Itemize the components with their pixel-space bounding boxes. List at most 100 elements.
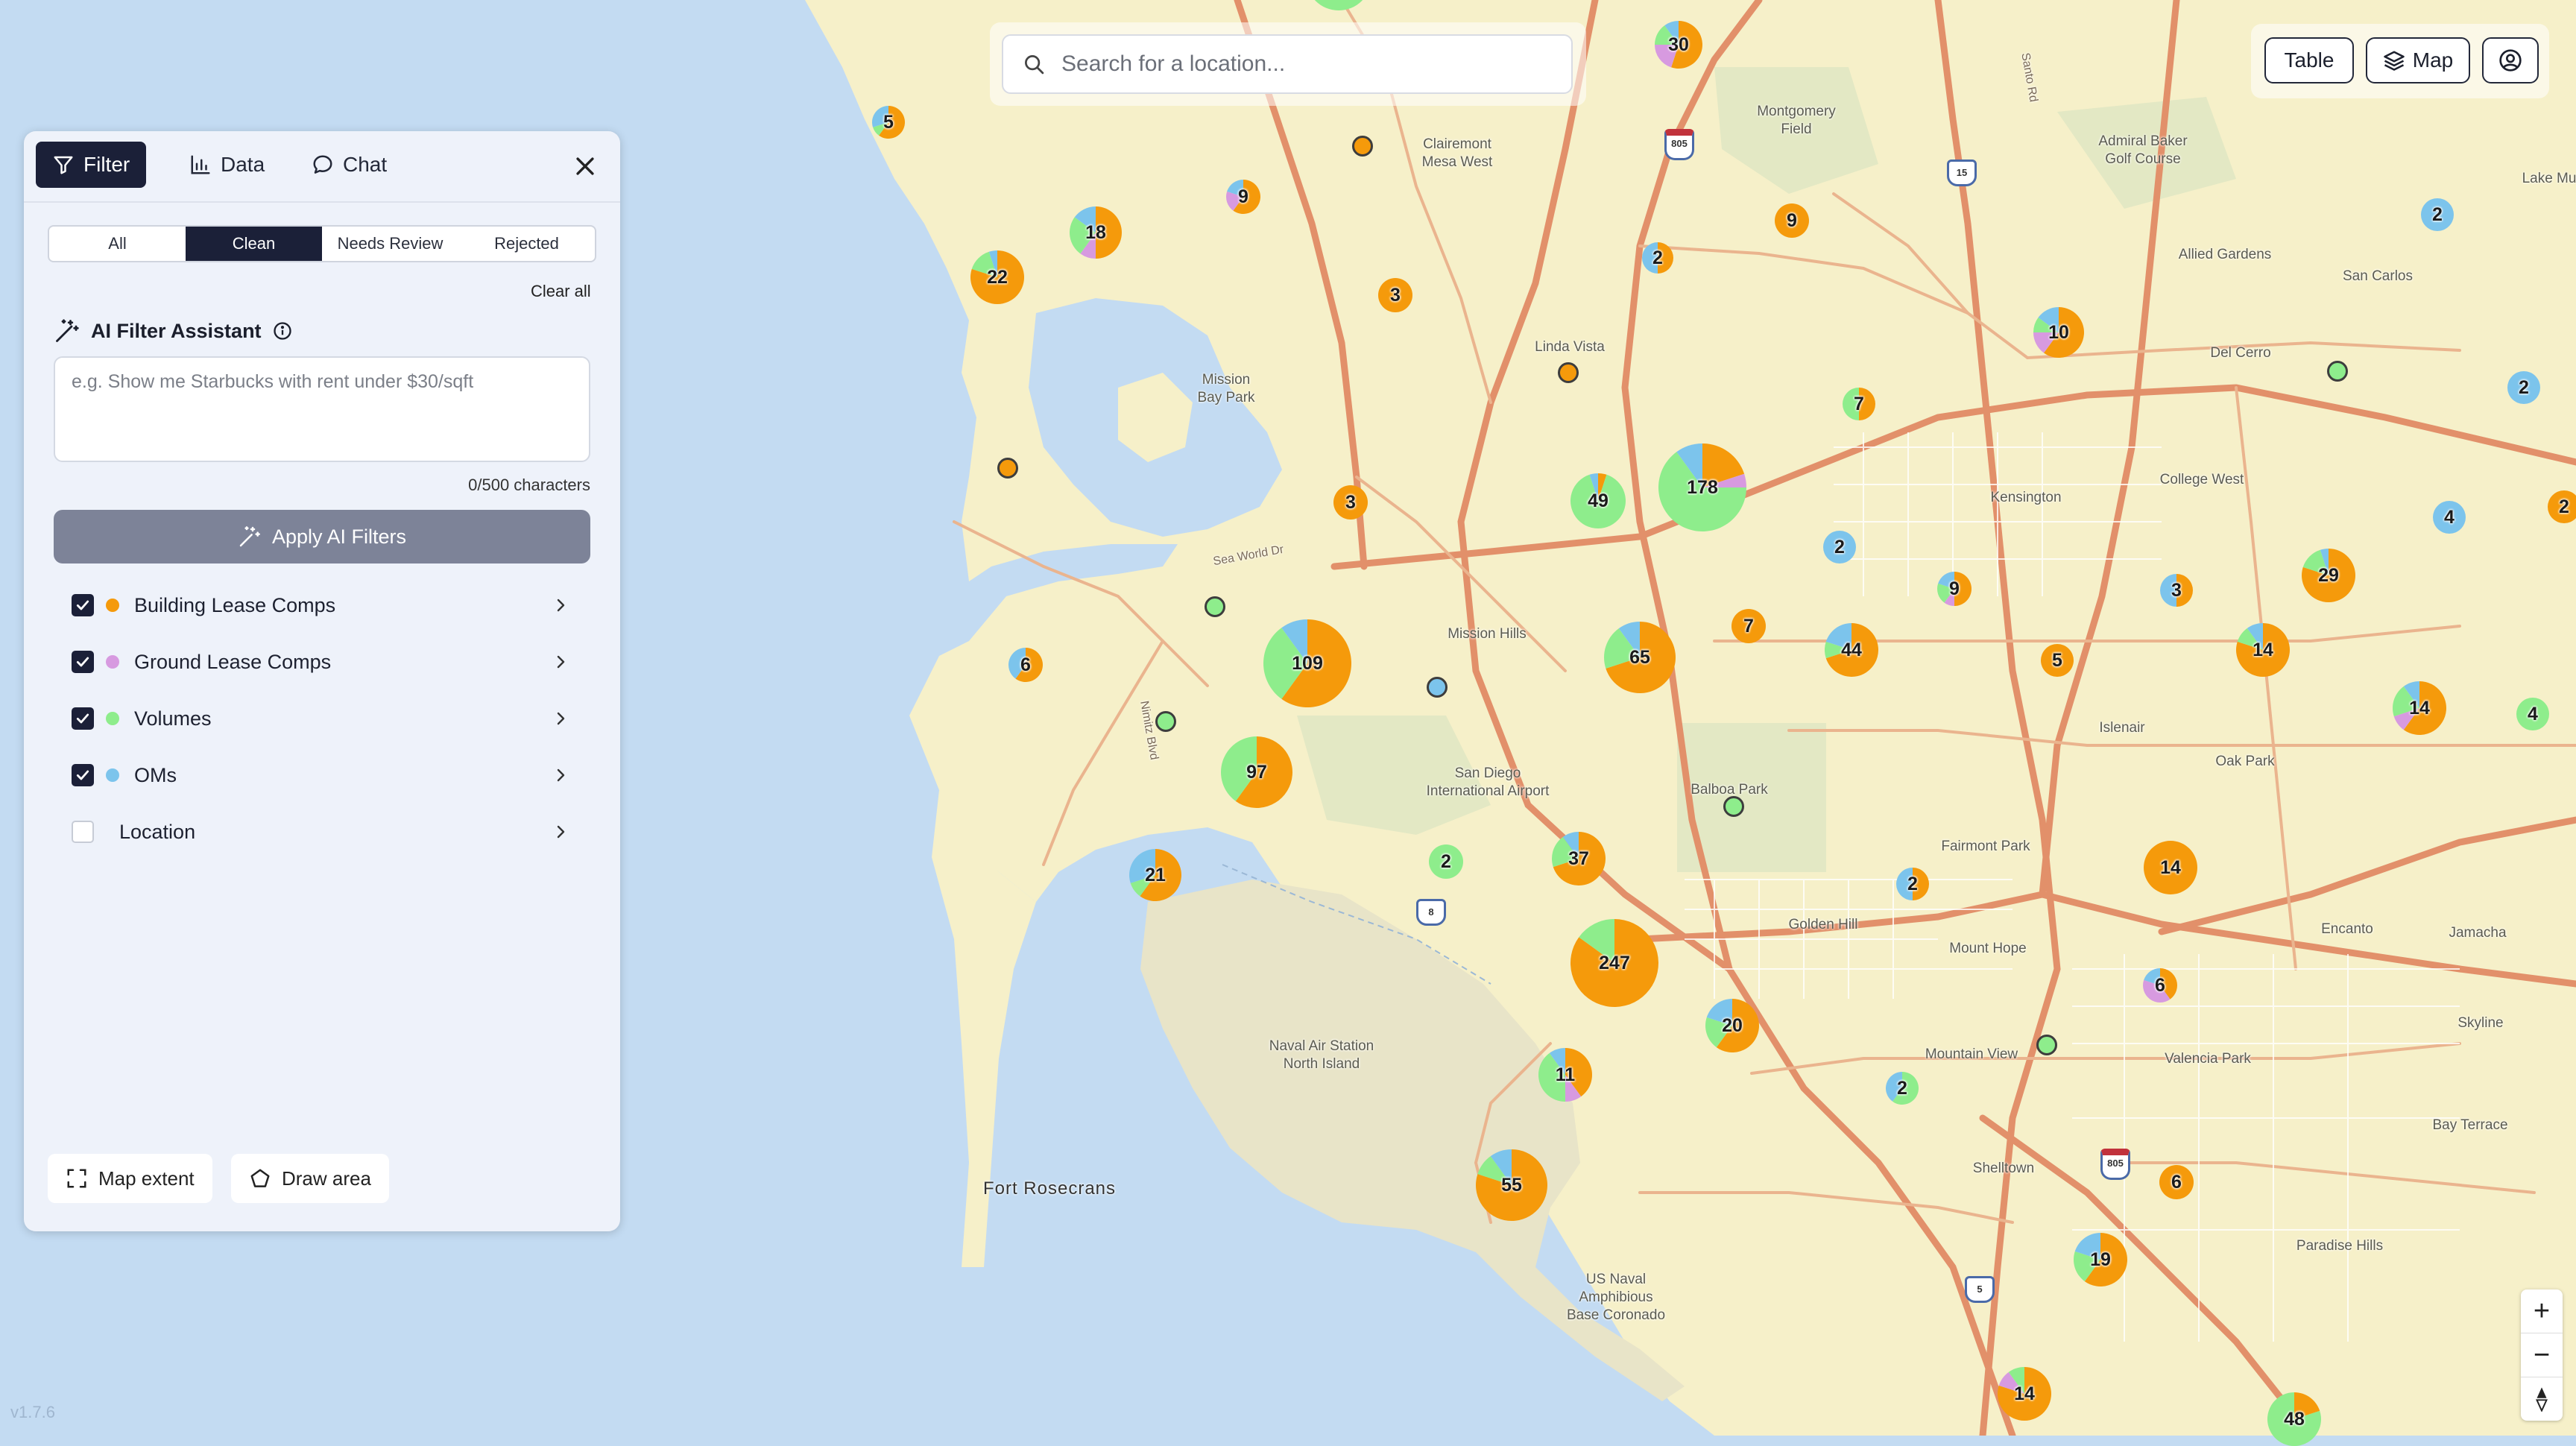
chevron-right-icon[interactable] [552,596,569,614]
map-cluster[interactable]: 9 [1226,180,1260,214]
map-cluster[interactable]: 2 [1429,844,1463,879]
zoom-out-button[interactable]: − [2521,1333,2563,1377]
map-cluster[interactable]: 2 [1823,531,1856,563]
map-cluster-partial[interactable] [1304,0,1373,22]
ai-filter-input[interactable] [54,356,590,462]
map-point[interactable] [2327,361,2348,382]
version-label: v1.7.6 [10,1403,55,1421]
map-cluster[interactable]: 5 [872,106,905,139]
tab-chat[interactable]: Chat [295,142,403,188]
chevron-right-icon[interactable] [552,710,569,727]
map-point[interactable] [1155,711,1176,732]
map-cluster[interactable]: 37 [1552,832,1606,885]
map-extent-button[interactable]: Map extent [48,1154,212,1203]
map-cluster[interactable]: 14 [1998,1367,2051,1421]
map-cluster[interactable]: 22 [970,250,1024,304]
map-point[interactable] [1205,596,1225,617]
map-cluster[interactable]: 29 [2302,549,2355,602]
cluster-count: 49 [1588,490,1609,511]
layer-row-building-lease-comps[interactable]: Building Lease Comps [54,581,590,629]
layer-row-ground-lease-comps[interactable]: Ground Lease Comps [54,638,590,686]
checkbox-checked[interactable] [72,594,94,616]
map-cluster[interactable]: 3 [1378,278,1412,312]
map-point[interactable] [1558,362,1579,383]
map-cluster[interactable]: 9 [1937,572,1972,606]
chevron-right-icon[interactable] [552,653,569,671]
chevron-right-icon[interactable] [552,823,569,841]
map-cluster[interactable]: 2 [2548,490,2576,523]
map-cluster[interactable]: 9 [1775,203,1809,238]
checkbox-unchecked[interactable] [72,821,94,843]
map-cluster[interactable]: 6 [2143,968,2177,1003]
map-cluster[interactable]: 2 [2507,371,2540,404]
info-icon[interactable] [272,321,293,341]
map-view-button[interactable]: Map [2366,37,2470,83]
map-cluster[interactable]: 6 [1008,648,1043,682]
map-cluster[interactable]: 7 [1843,388,1875,420]
tab-data-label: Data [221,153,265,176]
cluster-count: 18 [1085,221,1106,243]
map-cluster[interactable]: 6 [2159,1165,2194,1199]
map-cluster[interactable]: 109 [1263,619,1351,707]
map-cluster[interactable]: 2 [2421,198,2454,231]
map-cluster[interactable]: 30 [1655,21,1702,69]
map-cluster[interactable]: 3 [2160,574,2193,607]
map-cluster[interactable]: 44 [1825,623,1878,677]
map-cluster[interactable]: 2 [1642,242,1673,274]
map-cluster[interactable]: 18 [1070,206,1122,259]
account-button[interactable] [2482,37,2539,83]
map-cluster[interactable]: 49 [1570,473,1626,528]
map-cluster[interactable]: 7 [1731,609,1766,643]
map-cluster[interactable]: 14 [2236,623,2290,677]
map-cluster[interactable]: 2 [1886,1072,1919,1105]
close-icon[interactable] [572,154,598,179]
tab-data[interactable]: Data [173,142,281,188]
map-point[interactable] [1723,796,1744,817]
map-cluster[interactable]: 48 [2267,1392,2321,1446]
cluster-count: 4 [2528,703,2538,724]
map-cluster[interactable]: 65 [1604,622,1676,693]
ai-filter-heading: AI Filter Assistant [54,315,293,347]
map-point[interactable] [1352,136,1373,157]
map-cluster[interactable]: 19 [2074,1233,2127,1286]
map-cluster[interactable]: 4 [2516,698,2549,730]
pentagon-icon [250,1169,270,1187]
map-cluster[interactable]: 10 [2033,307,2084,358]
search-input[interactable] [1060,51,1555,78]
map-cluster[interactable]: 14 [2393,681,2446,735]
checkbox-checked[interactable] [72,764,94,786]
chevron-right-icon[interactable] [552,766,569,784]
segment-clean[interactable]: Clean [186,227,322,261]
layer-row-volumes[interactable]: Volumes [54,695,590,742]
map-point[interactable] [1427,677,1448,698]
map-cluster[interactable]: 4 [2433,501,2466,534]
clear-all-link[interactable]: Clear all [531,282,591,301]
map-cluster[interactable]: 97 [1221,736,1292,808]
tab-filter[interactable]: Filter [36,142,147,188]
segment-all[interactable]: All [49,227,186,261]
map-point[interactable] [997,458,1018,479]
draw-area-button[interactable]: Draw area [231,1154,389,1203]
map-cluster[interactable]: 2 [1896,868,1929,900]
map-cluster[interactable]: 178 [1658,443,1746,531]
map-cluster[interactable]: 20 [1705,999,1759,1052]
checkbox-checked[interactable] [72,651,94,673]
map-cluster[interactable]: 55 [1476,1149,1547,1221]
cluster-count: 9 [1949,578,1960,599]
map-cluster[interactable]: 14 [2144,841,2197,894]
layer-row-oms[interactable]: OMs [54,751,590,799]
checkbox-checked[interactable] [72,707,94,730]
table-view-button[interactable]: Table [2264,37,2354,83]
map-cluster[interactable]: 21 [1129,849,1181,901]
zoom-in-button[interactable]: + [2521,1289,2563,1333]
segment-needs-review[interactable]: Needs Review [322,227,458,261]
map-cluster[interactable]: 5 [2041,644,2074,677]
map-cluster[interactable]: 247 [1570,919,1658,1007]
apply-ai-filters-button[interactable]: Apply AI Filters [54,510,590,563]
map-cluster[interactable]: 11 [1538,1048,1592,1102]
map-cluster[interactable]: 3 [1333,485,1368,520]
map-point[interactable] [2036,1035,2057,1055]
layer-row-location[interactable]: Location [54,808,590,856]
segment-rejected[interactable]: Rejected [458,227,595,261]
compass-button[interactable] [2521,1377,2563,1421]
